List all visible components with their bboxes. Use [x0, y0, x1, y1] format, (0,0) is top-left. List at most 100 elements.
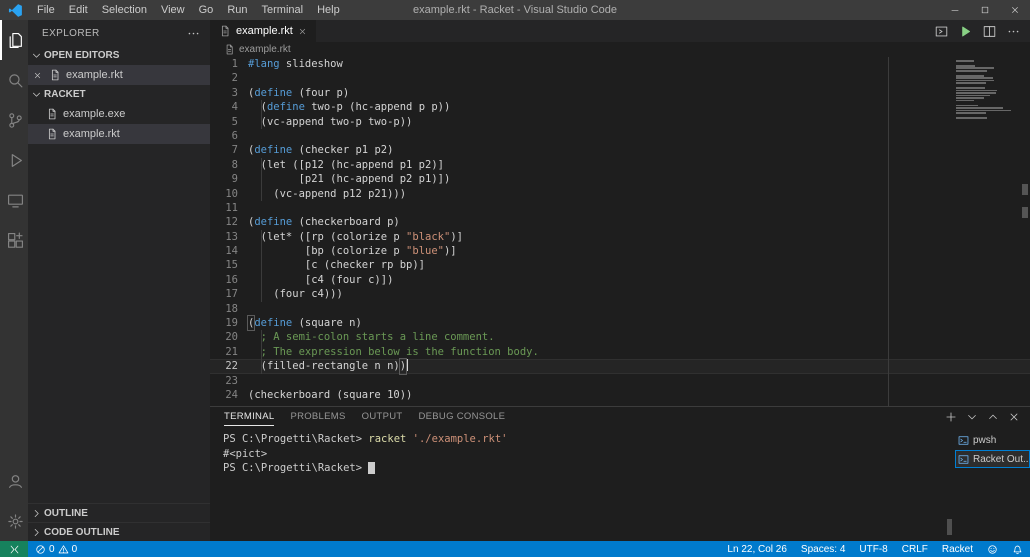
terminal-item-pwsh[interactable]: pwsh [955, 431, 1030, 449]
code-line[interactable]: 8 (let ([p12 (hc-append p1 p2)] [210, 158, 1030, 172]
line-number[interactable]: 2 [210, 71, 248, 85]
menu-go[interactable]: Go [192, 0, 221, 20]
run-icon[interactable] [959, 25, 972, 38]
menu-selection[interactable]: Selection [95, 0, 154, 20]
line-number[interactable]: 11 [210, 201, 248, 215]
code-line[interactable]: 18 [210, 302, 1030, 316]
more-actions-icon[interactable] [1007, 25, 1020, 38]
eol[interactable]: CRLF [895, 544, 935, 555]
run-in-terminal-icon[interactable] [935, 25, 948, 38]
feedback-smiley-icon[interactable] [980, 544, 1005, 555]
section-outline[interactable]: OUTLINE [28, 503, 210, 522]
source-control-icon[interactable] [0, 100, 28, 140]
tab-example.rkt[interactable]: example.rkt [210, 20, 316, 42]
line-number[interactable]: 3 [210, 86, 248, 100]
maximize-window-icon[interactable] [970, 0, 1000, 20]
problems-status[interactable]: 00 [28, 541, 84, 557]
code-line[interactable]: 3(define (four p) [210, 86, 1030, 100]
split-editor-icon[interactable] [983, 25, 996, 38]
account-icon[interactable] [0, 461, 28, 501]
line-number[interactable]: 9 [210, 172, 248, 186]
code-line[interactable]: 5 (vc-append two-p two-p)) [210, 115, 1030, 129]
bell-icon[interactable] [1005, 544, 1030, 555]
encoding[interactable]: UTF-8 [852, 544, 894, 555]
line-number[interactable]: 21 [210, 345, 248, 359]
code-line[interactable]: 9 [p21 (hc-append p2 p1)]) [210, 172, 1030, 186]
code-line[interactable]: 6 [210, 129, 1030, 143]
line-number[interactable]: 12 [210, 215, 248, 229]
line-number[interactable]: 22 [210, 359, 248, 373]
file-example.exe[interactable]: example.exe [28, 104, 210, 124]
close-panel-icon[interactable] [1008, 411, 1020, 423]
line-number[interactable]: 1 [210, 57, 248, 71]
code-line[interactable]: 12(define (checkerboard p) [210, 215, 1030, 229]
panel-tab-output[interactable]: OUTPUT [362, 407, 403, 426]
code-editor[interactable]: 1#lang slideshow23(define (four p)4 (def… [210, 57, 1030, 406]
code-line[interactable]: 22 (filled-rectangle n n)) [210, 359, 1030, 373]
settings-gear-icon[interactable] [0, 501, 28, 541]
menu-view[interactable]: View [154, 0, 192, 20]
code-line[interactable]: 10 (vc-append p12 p21))) [210, 187, 1030, 201]
panel-tab-terminal[interactable]: TERMINAL [224, 407, 274, 426]
terminal-scrollbar[interactable] [947, 519, 952, 535]
explorer-icon[interactable] [0, 20, 28, 60]
breadcrumb[interactable]: example.rkt [210, 42, 1030, 57]
code-line[interactable]: 1#lang slideshow [210, 57, 1030, 71]
remote-explorer-icon[interactable] [0, 180, 28, 220]
line-number[interactable]: 19 [210, 316, 248, 330]
section-racket[interactable]: RACKET [28, 85, 210, 104]
line-number[interactable]: 20 [210, 330, 248, 344]
section-code-outline[interactable]: CODE OUTLINE [28, 522, 210, 541]
maximize-panel-icon[interactable] [987, 411, 999, 423]
code-line[interactable]: 19(define (square n) [210, 316, 1030, 330]
code-line[interactable]: 16 [c4 (four c)]) [210, 273, 1030, 287]
line-number[interactable]: 17 [210, 287, 248, 301]
minimap[interactable] [956, 60, 1014, 120]
code-line[interactable]: 2 [210, 71, 1030, 85]
code-line[interactable]: 17 (four c4))) [210, 287, 1030, 301]
menu-help[interactable]: Help [310, 0, 347, 20]
line-number[interactable]: 18 [210, 302, 248, 316]
code-line[interactable]: 11 [210, 201, 1030, 215]
line-number[interactable]: 13 [210, 230, 248, 244]
line-number[interactable]: 24 [210, 388, 248, 402]
new-terminal-icon[interactable] [945, 411, 957, 423]
line-number[interactable]: 15 [210, 258, 248, 272]
terminal-item-racket-out-[interactable]: Racket Out... [955, 450, 1030, 468]
code-line[interactable]: 21 ; The expression below is the functio… [210, 345, 1030, 359]
line-number[interactable]: 5 [210, 115, 248, 129]
code-line[interactable]: 23 [210, 374, 1030, 388]
panel-tab-problems[interactable]: PROBLEMS [290, 407, 345, 426]
menu-terminal[interactable]: Terminal [255, 0, 311, 20]
search-icon[interactable] [0, 60, 28, 100]
file-example.rkt[interactable]: example.rkt [28, 124, 210, 144]
menu-run[interactable]: Run [220, 0, 254, 20]
line-number[interactable]: 16 [210, 273, 248, 287]
code-line[interactable]: 4 (define two-p (hc-append p p)) [210, 100, 1030, 114]
minimize-icon[interactable] [940, 0, 970, 20]
file-example.rkt[interactable]: example.rkt [28, 65, 210, 85]
scrollbar-decoration[interactable] [1022, 207, 1028, 218]
code-line[interactable]: 14 [bp (colorize p "blue")] [210, 244, 1030, 258]
section-open-editors[interactable]: OPEN EDITORS [28, 46, 210, 65]
close-icon[interactable] [30, 71, 44, 80]
menu-file[interactable]: File [30, 0, 62, 20]
more-actions-icon[interactable] [187, 27, 200, 40]
code-line[interactable]: 20 ; A semi-colon starts a line comment. [210, 330, 1030, 344]
code-line[interactable]: 24(checkerboard (square 10)) [210, 388, 1030, 402]
close-icon[interactable] [298, 27, 307, 36]
code-line[interactable]: 15 [c (checker rp bp)] [210, 258, 1030, 272]
remote-indicator[interactable] [0, 541, 28, 557]
extensions-icon[interactable] [0, 220, 28, 260]
indentation[interactable]: Spaces: 4 [794, 544, 852, 555]
language-mode[interactable]: Racket [935, 544, 980, 555]
panel-tab-debug-console[interactable]: DEBUG CONSOLE [419, 407, 506, 426]
close-icon[interactable] [1000, 0, 1030, 20]
terminal[interactable]: PS C:\Progetti\Racket> racket './example… [210, 426, 955, 541]
line-number[interactable]: 4 [210, 100, 248, 114]
line-number[interactable]: 8 [210, 158, 248, 172]
cursor-position[interactable]: Ln 22, Col 26 [720, 544, 794, 555]
line-number[interactable]: 6 [210, 129, 248, 143]
menu-edit[interactable]: Edit [62, 0, 95, 20]
line-number[interactable]: 10 [210, 187, 248, 201]
